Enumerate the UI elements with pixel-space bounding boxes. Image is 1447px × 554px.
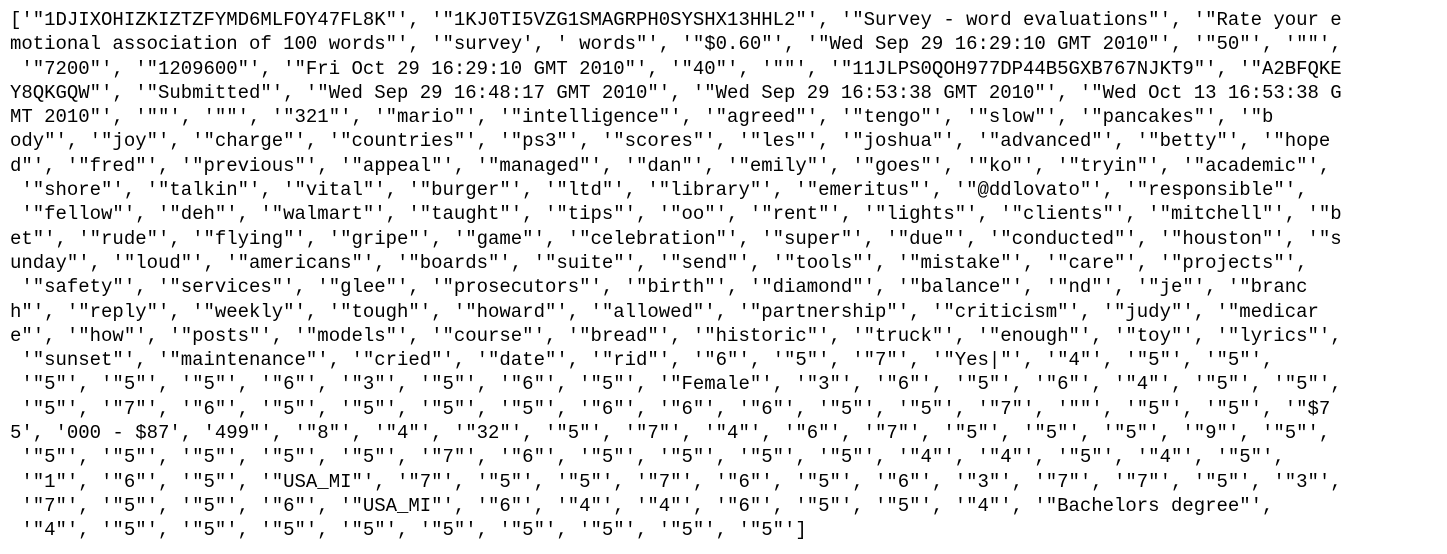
text-line: 5', '000 - $87', '499"', '"8"', '"4"', '… <box>10 422 1331 445</box>
text-line: '"shore"', '"talkin"', '"vital"', '"burg… <box>10 179 1308 202</box>
text-line: unday"', '"loud"', '"americans"', '"boar… <box>10 251 1308 274</box>
text-line: '"7200"', '"1209600"', '"Fri Oct 29 16:2… <box>10 57 1342 80</box>
text-line: '"sunset"', '"maintenance"', '"cried"', … <box>10 349 1274 372</box>
text-line: '"fellow"', '"deh"', '"walmart"', '"taug… <box>10 203 1342 226</box>
text-line: e"', '"how"', '"posts"', '"models"', '"c… <box>10 324 1342 347</box>
text-line: '"safety"', '"services"', '"glee"', '"pr… <box>10 276 1308 299</box>
text-line: motional association of 100 words"', '"s… <box>10 33 1342 56</box>
text-line: '"4"', '"5"', '"5"', '"5"', '"5"', '"5"'… <box>10 519 807 542</box>
text-line: Y8QKGQW"', '"Submitted"', '"Wed Sep 29 1… <box>10 81 1342 104</box>
text-line: '"5"', '"7"', '"6"', '"5"', '"5"', '"5"'… <box>10 397 1331 420</box>
text-line: et"', '"rude"', '"flying"', '"gripe"', '… <box>10 227 1342 250</box>
text-line: '"5"', '"5"', '"5"', '"5"', '"5"', '"7"'… <box>10 446 1285 469</box>
text-line: d"', '"fred"', '"previous"', '"appeal"',… <box>10 154 1331 177</box>
text-line: '"5"', '"5"', '"5"', '"6"', '"3"', '"5"'… <box>10 373 1342 396</box>
text-line: ['"1DJIXOHIZKIZTZFYMD6MLFOY47FL8K"', '"1… <box>10 9 1342 31</box>
text-line: '"7"', '"5"', '"5"', '"6"', '"USA_MI"', … <box>10 494 1274 517</box>
text-line: ody"', '"joy"', '"charge"', '"countries"… <box>10 130 1331 153</box>
text-line: '"1"', '"6"', '"5"', '"USA_MI"', '"7"', … <box>10 470 1342 493</box>
text-line: MT 2010"', '""', '""', '"321"', '"mario"… <box>10 106 1274 129</box>
raw-data-text[interactable]: ['"1DJIXOHIZKIZTZFYMD6MLFOY47FL8K"', '"1… <box>10 8 1430 543</box>
text-line: h"', '"reply"', '"weekly"', '"tough"', '… <box>10 300 1319 323</box>
